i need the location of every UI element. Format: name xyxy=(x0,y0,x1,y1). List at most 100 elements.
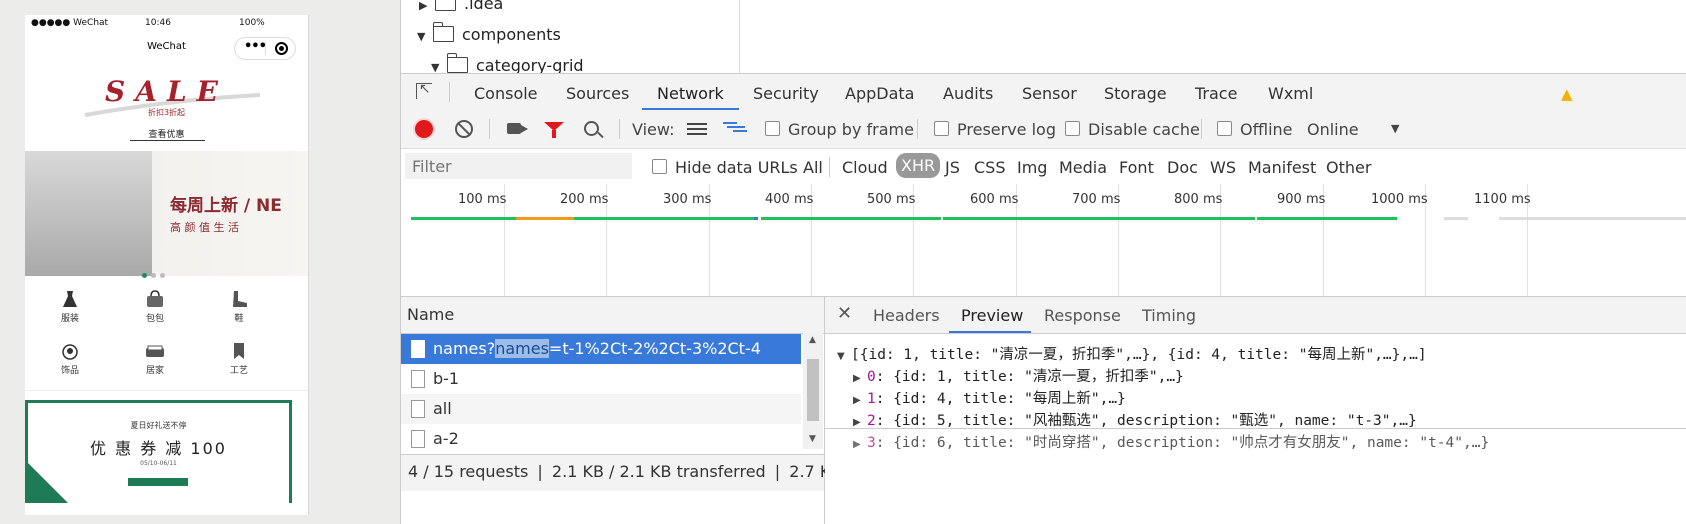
tab-security[interactable]: Security xyxy=(753,84,819,103)
collapsed-arrow-icon[interactable]: ▶ xyxy=(853,439,867,450)
tab-sensor[interactable]: Sensor xyxy=(1022,84,1077,103)
tree-item-idea[interactable]: ▶ .idea xyxy=(419,0,503,13)
network-toolbar: View: Group by frame Preserve log Disabl… xyxy=(401,111,1686,149)
chevron-down-icon[interactable]: ▼ xyxy=(1391,122,1399,135)
list-view-icon[interactable] xyxy=(687,123,707,135)
preview-item-row[interactable]: ▶ 2: {id: 5, title: "风袖甄选", description: … xyxy=(853,409,1417,430)
filter-type-ws[interactable]: WS xyxy=(1210,158,1236,177)
request-row[interactable]: names?names=t-1%2Ct-2%2Ct-3%2Ct-4 xyxy=(401,334,801,364)
grid-item-bag[interactable]: 包包 xyxy=(125,290,185,324)
coupon-card[interactable]: 夏日好礼送不停 优 惠 券 减 100 05/10-06/11 xyxy=(25,400,292,503)
sale-title: SALE xyxy=(105,75,228,108)
tab-wxml[interactable]: Wxml xyxy=(1268,84,1313,103)
preserve-log-checkbox[interactable]: Preserve log xyxy=(934,120,1056,139)
screenshot-camera-icon[interactable] xyxy=(507,123,528,134)
collapsed-arrow-icon[interactable]: ▶ xyxy=(853,417,867,428)
scrollbar-thumb[interactable] xyxy=(807,359,819,421)
filter-type-doc[interactable]: Doc xyxy=(1167,158,1198,177)
tab-network[interactable]: Network xyxy=(657,84,724,103)
devtools-tabbar: Console Sources Network Security AppData… xyxy=(401,73,1686,112)
more-icon[interactable]: ••• xyxy=(244,39,267,54)
coupon-button[interactable] xyxy=(128,478,188,486)
requests-header[interactable]: Name xyxy=(401,297,824,334)
request-bar xyxy=(754,217,758,220)
name-column-header[interactable]: Name xyxy=(407,305,454,324)
filter-type-cloud[interactable]: Cloud xyxy=(842,158,888,177)
filter-type-font[interactable]: Font xyxy=(1119,158,1154,177)
offline-checkbox[interactable]: Offline xyxy=(1217,120,1293,139)
tab-trace[interactable]: Trace xyxy=(1195,84,1237,103)
expanded-arrow-icon[interactable]: ▼ xyxy=(837,351,851,362)
expanded-arrow-icon[interactable]: ▼ xyxy=(417,30,433,43)
hide-data-urls-checkbox[interactable]: Hide data URLs xyxy=(652,158,798,177)
grid-item-craft[interactable]: 工艺 xyxy=(209,342,269,376)
filter-type-all[interactable]: All xyxy=(803,158,823,177)
filter-type-xhr[interactable]: XHR xyxy=(896,153,941,178)
checkbox-box[interactable] xyxy=(1065,121,1080,136)
checkbox-box[interactable] xyxy=(765,121,780,136)
group-by-frame-checkbox[interactable]: Group by frame xyxy=(765,120,914,139)
close-icon[interactable]: ✕ xyxy=(837,303,852,324)
capsule-menu[interactable]: ••• xyxy=(234,37,296,60)
tab-timing[interactable]: Timing xyxy=(1142,306,1196,325)
tab-separator xyxy=(449,82,450,102)
filter-funnel-icon[interactable] xyxy=(544,122,564,138)
toolbar-separator xyxy=(489,119,490,139)
grid-item-home[interactable]: 居家 xyxy=(125,342,185,376)
array-index: 2 xyxy=(867,413,876,429)
tree-item-components[interactable]: ▼ components xyxy=(417,22,561,44)
filter-type-media[interactable]: Media xyxy=(1059,158,1107,177)
preview-item-row[interactable]: ▶ 1: {id: 4, title: "每周上新",…} xyxy=(853,387,1126,408)
tab-preview[interactable]: Preview xyxy=(961,306,1023,325)
preview-item-row[interactable]: ▶ 0: {id: 1, title: "清凉一夏，折扣季",…} xyxy=(853,365,1184,386)
filter-type-manifest[interactable]: Manifest xyxy=(1248,158,1316,177)
checkbox-box[interactable] xyxy=(934,121,949,136)
throttle-select[interactable]: Online xyxy=(1307,120,1359,139)
bag-icon xyxy=(147,290,163,307)
banner-swiper[interactable]: 每周上新 / NE 高 颜 值 生 活 xyxy=(25,151,308,276)
collapsed-arrow-icon[interactable]: ▶ xyxy=(853,395,867,406)
pane-resize-divider[interactable] xyxy=(825,428,1686,429)
tab-storage[interactable]: Storage xyxy=(1104,84,1167,103)
tab-console[interactable]: Console xyxy=(474,84,538,103)
checkbox-box[interactable] xyxy=(1217,121,1232,136)
preview-item-row[interactable]: ▶ 3: {id: 6, title: "时尚穿搭", description: … xyxy=(853,431,1489,452)
request-row[interactable]: a-2 xyxy=(401,424,801,454)
search-icon[interactable] xyxy=(584,121,599,136)
waterfall-view-icon[interactable] xyxy=(723,122,747,136)
record-button[interactable] xyxy=(415,120,433,138)
inspect-element-icon[interactable] xyxy=(416,83,432,99)
collapsed-arrow-icon[interactable]: ▶ xyxy=(419,0,435,12)
requests-scrollbar[interactable]: ▲ ▼ xyxy=(803,333,823,449)
network-overview-timeline[interactable]: 100 ms 200 ms 300 ms 400 ms 500 ms 600 m… xyxy=(401,184,1686,297)
grid-item-shoes[interactable]: 鞋 xyxy=(209,290,269,324)
close-capsule-icon[interactable] xyxy=(275,42,288,55)
tab-sources[interactable]: Sources xyxy=(566,84,629,103)
filter-separator xyxy=(829,157,830,177)
disable-cache-checkbox[interactable]: Disable cache xyxy=(1065,120,1200,139)
scroll-up-icon[interactable]: ▲ xyxy=(809,335,816,345)
view-offer-button[interactable]: 查看优惠 xyxy=(25,127,308,140)
toolbar-separator xyxy=(619,119,620,139)
clear-icon[interactable] xyxy=(455,120,473,138)
filter-input[interactable] xyxy=(405,153,632,179)
collapsed-arrow-icon[interactable]: ▶ xyxy=(853,373,867,384)
request-row[interactable]: b-1 xyxy=(401,364,801,394)
warning-icon[interactable]: ▲ xyxy=(1561,85,1573,103)
filter-type-css[interactable]: CSS xyxy=(974,158,1005,177)
grid-item-jewelry[interactable]: 饰品 xyxy=(40,342,100,376)
preview-root-row[interactable]: ▼ [{id: 1, title: "清凉一夏，折扣季",…}, {id: 4, … xyxy=(837,343,1427,364)
tab-headers[interactable]: Headers xyxy=(873,306,940,325)
filter-type-js[interactable]: JS xyxy=(945,158,960,177)
tab-appdata[interactable]: AppData xyxy=(845,84,914,103)
filter-type-other[interactable]: Other xyxy=(1326,158,1371,177)
tab-response[interactable]: Response xyxy=(1044,306,1121,325)
banner-heading: 每周上新 / NE xyxy=(170,196,282,216)
request-row[interactable]: all xyxy=(401,394,801,424)
filter-type-img[interactable]: Img xyxy=(1017,158,1047,177)
checkbox-box[interactable] xyxy=(652,159,667,174)
grid-item-clothing[interactable]: 服装 xyxy=(40,290,100,324)
tree-item-label: components xyxy=(462,25,561,44)
scroll-down-icon[interactable]: ▼ xyxy=(809,434,816,444)
tab-audits[interactable]: Audits xyxy=(943,84,993,103)
